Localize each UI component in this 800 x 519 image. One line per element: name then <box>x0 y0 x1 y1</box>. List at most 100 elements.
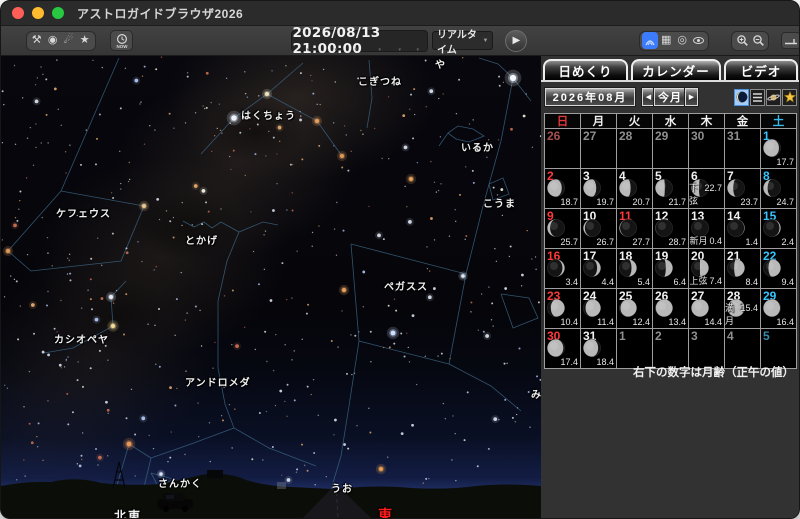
zoom-in-button[interactable] <box>734 32 750 49</box>
calendar-day-cell[interactable]: 1 <box>617 329 652 368</box>
constellation-label: とかげ <box>185 232 218 247</box>
day-number: 29 <box>655 129 668 143</box>
calendar-day-cell[interactable]: 2411.4 <box>581 289 616 328</box>
moon-age-value: 4.4 <box>601 277 614 287</box>
grid-icon[interactable]: ▦ <box>658 32 674 49</box>
zoom-button[interactable] <box>52 7 64 19</box>
comet-icon[interactable]: ☄ <box>61 32 77 49</box>
spinner-hour[interactable]: ▾ <box>378 47 381 53</box>
day-number: 4 <box>727 329 734 343</box>
calendar-day-cell[interactable]: 2512.4 <box>617 289 652 328</box>
spinner-month[interactable]: ▾ <box>334 47 337 53</box>
moon-phase-image <box>618 298 638 318</box>
calendar-day-cell[interactable]: 319.7 <box>581 169 616 208</box>
galaxy-icon[interactable]: ◉ <box>45 32 61 49</box>
time-mode-select[interactable]: リアルタイム ▼ <box>432 31 493 50</box>
star-view-button[interactable] <box>782 89 797 106</box>
calendar-day-cell[interactable]: 27 <box>581 129 616 168</box>
tools-icon[interactable]: ⚒ <box>29 32 45 49</box>
calendar-day-cell[interactable]: 141.4 <box>725 209 760 248</box>
calendar-day-cell[interactable]: 420.7 <box>617 169 652 208</box>
tab-underline <box>541 80 800 82</box>
calendar-day-cell[interactable]: 229.4 <box>761 249 796 288</box>
constellation-label: アンドロメダ <box>185 374 251 389</box>
sky-view-button[interactable] <box>642 32 658 49</box>
calendar-day-cell[interactable]: 20上弦7.4 <box>689 249 724 288</box>
zoom-out-button[interactable] <box>750 32 766 49</box>
calendar-day-cell[interactable]: 26 <box>545 129 580 168</box>
star-icon[interactable]: ★ <box>77 32 93 49</box>
calendar-day-cell[interactable]: 5 <box>761 329 796 368</box>
calendar-day-cell[interactable]: 6下弦22.7 <box>689 169 724 208</box>
sky-viewport[interactable]: やこぎつねはくちょういるかこうまケフェウスとかげペガススカシオペヤアンドロメダみ… <box>1 56 541 519</box>
calendar-day-cell[interactable]: 196.4 <box>653 249 688 288</box>
calendar-day-cell[interactable]: 3118.4 <box>581 329 616 368</box>
calendar-day-cell[interactable]: 3017.4 <box>545 329 580 368</box>
weekday-header-6: 土 <box>761 114 796 128</box>
moon-view-button[interactable] <box>734 89 749 106</box>
calendar-day-cell[interactable]: 3 <box>689 329 724 368</box>
tab-0[interactable]: 日めくり <box>543 59 628 80</box>
moon-age-value: 0.4 <box>709 236 722 246</box>
calendar-day-cell[interactable]: 163.4 <box>545 249 580 288</box>
constellation-label: いるか <box>461 139 494 154</box>
tab-1[interactable]: カレンダー <box>631 59 721 80</box>
calendar-day-cell[interactable]: 1026.7 <box>581 209 616 248</box>
moon-age-value: 1.4 <box>745 237 758 247</box>
calendar-day-cell[interactable]: 218.7 <box>545 169 580 208</box>
calendar-day-cell[interactable]: 29 <box>653 129 688 168</box>
spinner-minute[interactable]: ▾ <box>398 47 401 53</box>
calendar-day-cell[interactable]: 2 <box>653 329 688 368</box>
next-month-button[interactable]: ▶ <box>685 88 698 106</box>
moon-phase-image <box>618 258 638 278</box>
play-button[interactable]: ▶ <box>505 30 527 52</box>
month-selector-button[interactable]: 2026年08月 <box>545 88 635 106</box>
svg-text:NOW: NOW <box>116 44 128 49</box>
datetime-field[interactable]: 2026/08/13 21:00:00 ▾ ▾ ▾ ▾ ▾ ▾ <box>291 30 428 52</box>
horizon-toggle-button[interactable] <box>781 32 800 49</box>
weekday-header-0: 日 <box>545 114 580 128</box>
calendar-day-cell[interactable]: 1228.7 <box>653 209 688 248</box>
calendar-day-cell[interactable]: 2916.4 <box>761 289 796 328</box>
calendar-day-cell[interactable]: 2310.4 <box>545 289 580 328</box>
list-view-button[interactable] <box>750 89 765 106</box>
current-month-button[interactable]: 今月 <box>654 88 686 106</box>
constellation-label: み <box>531 386 541 401</box>
zoom-in-icon <box>736 34 749 47</box>
calendar-day-cell[interactable]: 824.7 <box>761 169 796 208</box>
clock-now-icon: NOW <box>114 33 130 49</box>
spinner-day[interactable]: ▾ <box>354 47 357 53</box>
calendar-day-cell[interactable]: 31 <box>725 129 760 168</box>
moon-age-value: 7.4 <box>709 276 722 286</box>
main-toolbar: ⚒ ◉ ☄ ★ NOW 2026/08/13 21:00:00 ▾ ▾ ▾ ▾ … <box>1 26 800 56</box>
calendar-day-cell[interactable]: 28 <box>617 129 652 168</box>
calendar-day-cell[interactable]: 152.4 <box>761 209 796 248</box>
finder-icon[interactable]: ◎ <box>674 32 690 49</box>
planet-view-button[interactable] <box>766 89 781 106</box>
minimize-button[interactable] <box>32 7 44 19</box>
calendar-day-cell[interactable]: 925.7 <box>545 209 580 248</box>
moon-age-value: 15.4 <box>740 303 758 313</box>
calendar-day-cell[interactable]: 723.7 <box>725 169 760 208</box>
close-button[interactable] <box>12 7 24 19</box>
calendar-day-cell[interactable]: 117.7 <box>761 129 796 168</box>
calendar-day-cell[interactable]: 185.4 <box>617 249 652 288</box>
now-button[interactable]: NOW <box>110 30 134 51</box>
moon-phase-image <box>762 178 782 198</box>
calendar-day-cell[interactable]: 28満月15.4 <box>725 289 760 328</box>
moon-age-value: 5.4 <box>637 277 650 287</box>
spinner-second[interactable]: ▾ <box>416 47 419 53</box>
spinner-year[interactable]: ▾ <box>306 47 309 53</box>
calendar-day-cell[interactable]: 1127.7 <box>617 209 652 248</box>
calendar-day-cell[interactable]: 4 <box>725 329 760 368</box>
moon-age-value: 17.7 <box>776 157 794 167</box>
calendar-day-cell[interactable]: 521.7 <box>653 169 688 208</box>
calendar-day-cell[interactable]: 13新月0.4 <box>689 209 724 248</box>
calendar-day-cell[interactable]: 174.4 <box>581 249 616 288</box>
calendar-day-cell[interactable]: 2714.4 <box>689 289 724 328</box>
tab-2[interactable]: ビデオ <box>724 59 798 80</box>
calendar-day-cell[interactable]: 218.4 <box>725 249 760 288</box>
calendar-day-cell[interactable]: 2613.4 <box>653 289 688 328</box>
calendar-day-cell[interactable]: 30 <box>689 129 724 168</box>
eye-icon[interactable] <box>690 32 706 49</box>
